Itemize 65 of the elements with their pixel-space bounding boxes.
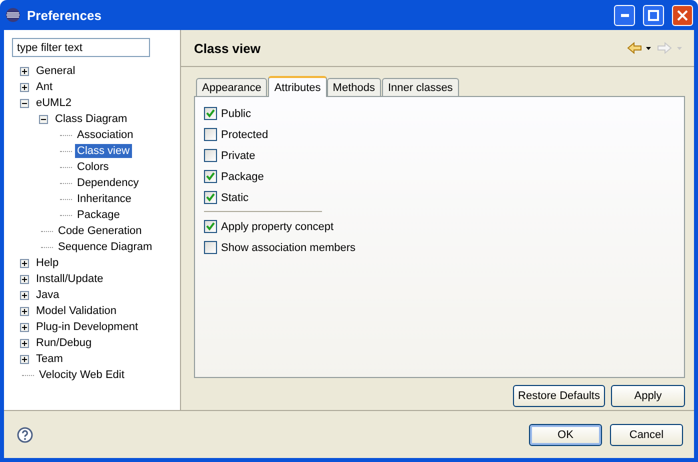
collapse-icon[interactable] — [39, 114, 48, 124]
expand-icon[interactable] — [20, 338, 29, 348]
tree-item[interactable]: Java — [34, 288, 62, 302]
minimize-button[interactable] — [614, 4, 635, 26]
apply-button[interactable]: Apply — [611, 385, 685, 407]
tree-item[interactable]: Dependency — [75, 176, 141, 190]
checkbox-label: Private — [221, 150, 256, 162]
checkbox[interactable] — [204, 107, 217, 120]
ok-button[interactable]: OK — [529, 424, 602, 446]
checkbox-label: Public — [221, 108, 251, 120]
tree-item[interactable]: Ant — [34, 80, 55, 94]
tree-item[interactable]: Velocity Web Edit — [37, 368, 126, 382]
tree-item[interactable]: Class view — [75, 144, 132, 158]
tab[interactable]: Methods — [326, 78, 381, 96]
checkbox[interactable] — [204, 128, 217, 141]
checkbox[interactable] — [204, 170, 217, 183]
app-icon — [5, 7, 21, 23]
checkbox-label: Protected — [221, 128, 268, 140]
tab[interactable]: Attributes — [268, 76, 327, 97]
tree-item[interactable]: General — [34, 64, 78, 78]
tree-item[interactable]: Package — [75, 208, 122, 222]
tab[interactable]: Inner classes — [382, 78, 459, 96]
window-title: Preferences — [27, 8, 102, 22]
expand-icon[interactable] — [20, 258, 29, 268]
expand-icon[interactable] — [20, 82, 29, 92]
restore-defaults-button[interactable]: Restore Defaults — [513, 385, 605, 407]
tree-item[interactable]: eUML2 — [34, 96, 74, 110]
checkbox-label: Package — [221, 170, 264, 182]
checkbox-label: Apply property concept — [221, 220, 334, 232]
tree-item[interactable]: Class Diagram — [53, 112, 130, 126]
tree-item[interactable]: Install/Update — [34, 272, 106, 286]
expand-icon[interactable] — [20, 274, 29, 284]
tree-item[interactable]: Plug-in Development — [34, 320, 140, 334]
close-icon — [677, 10, 688, 20]
maximize-icon — [648, 10, 659, 20]
tree-item[interactable]: Help — [34, 256, 61, 270]
tree-item[interactable]: Team — [34, 352, 65, 366]
help-icon[interactable] — [17, 426, 33, 442]
cancel-button[interactable]: Cancel — [610, 424, 683, 446]
expand-icon[interactable] — [20, 322, 29, 332]
checkbox-label: Show association members — [221, 242, 356, 254]
page-title: Class view — [194, 40, 262, 56]
collapse-icon[interactable] — [20, 98, 29, 108]
expand-icon[interactable] — [20, 66, 29, 76]
tree-item[interactable]: Model Validation — [34, 304, 119, 318]
maximize-button[interactable] — [643, 4, 664, 26]
tree-item[interactable]: Association — [75, 128, 136, 142]
expand-icon[interactable] — [20, 354, 29, 364]
tree-item[interactable]: Sequence Diagram — [56, 240, 154, 254]
checkbox[interactable] — [204, 241, 217, 254]
tree-item[interactable]: Colors — [75, 160, 111, 174]
checkbox[interactable] — [204, 149, 217, 162]
checkbox[interactable] — [204, 191, 217, 204]
checkbox-label: Static — [221, 192, 249, 204]
expand-icon[interactable] — [20, 306, 29, 316]
tree-item[interactable]: Code Generation — [56, 224, 144, 238]
tab[interactable]: Appearance — [196, 78, 268, 96]
checkbox[interactable] — [204, 220, 217, 233]
filter-field[interactable]: type filter text — [12, 38, 150, 57]
minimize-icon — [620, 14, 628, 16]
expand-icon[interactable] — [20, 290, 29, 300]
close-button[interactable] — [672, 4, 693, 26]
back-icon[interactable] — [627, 42, 651, 54]
tree-item[interactable]: Run/Debug — [34, 336, 94, 350]
tree-item[interactable]: Inheritance — [75, 192, 134, 206]
